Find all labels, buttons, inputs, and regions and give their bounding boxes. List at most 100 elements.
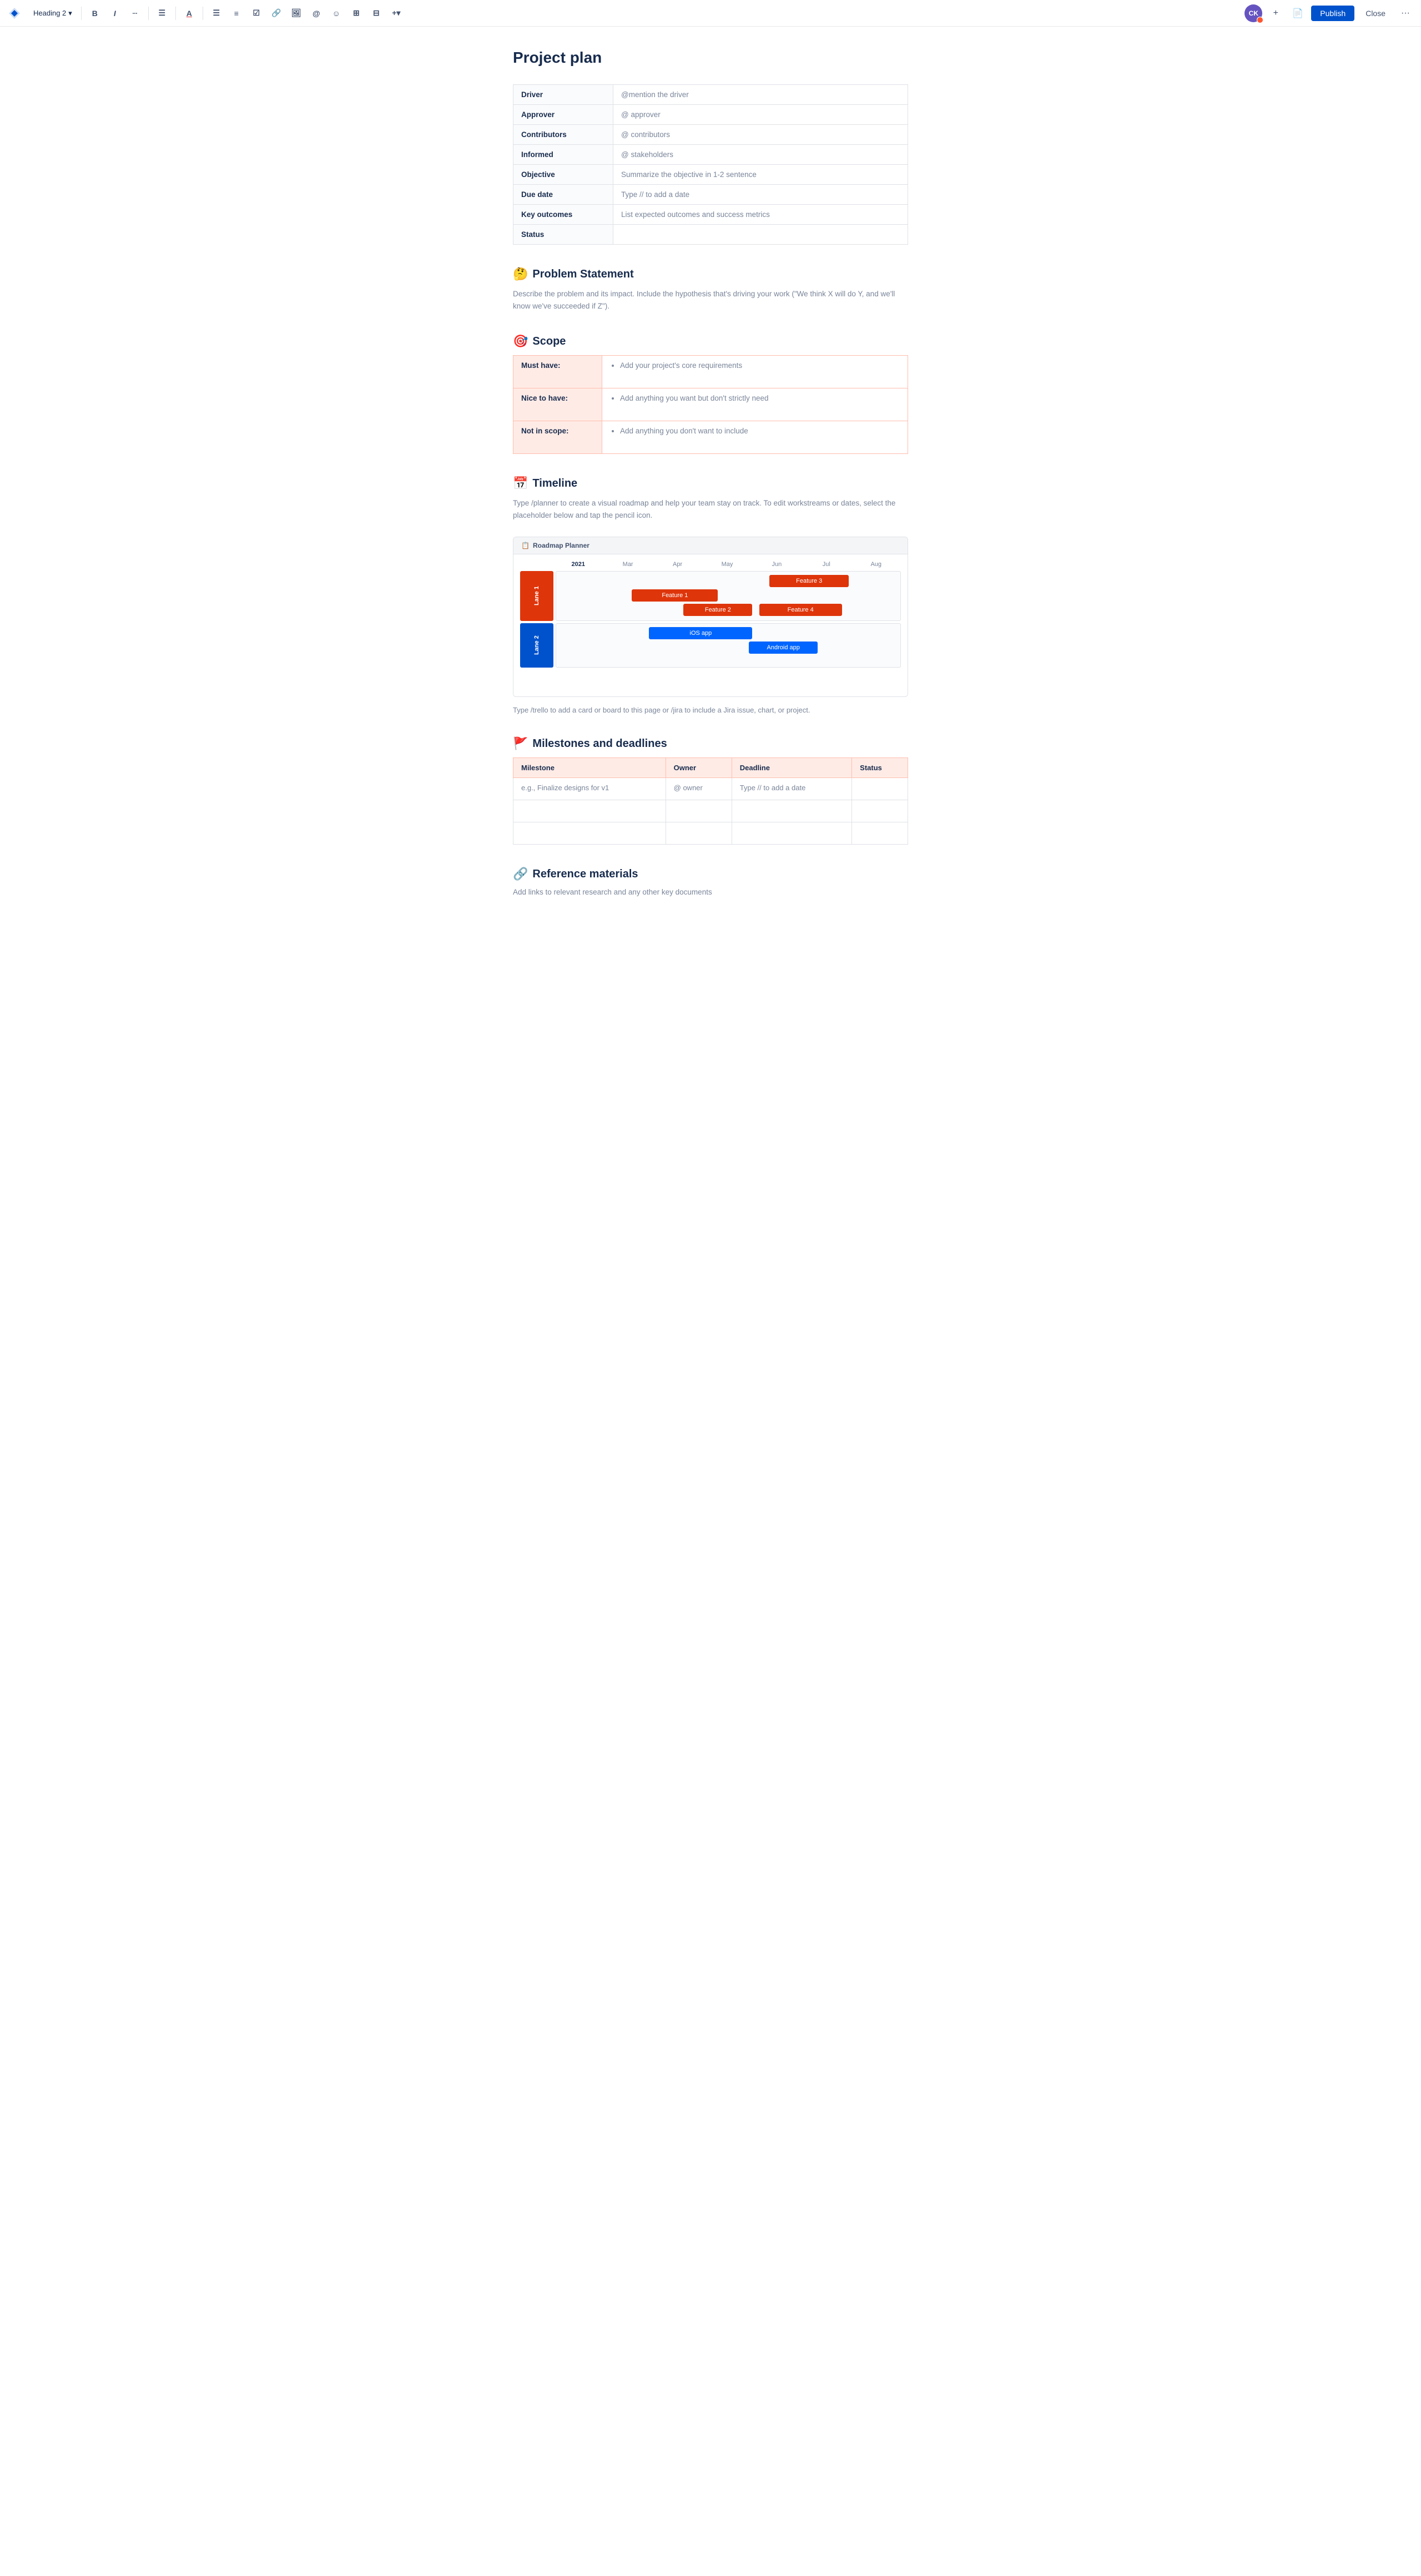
scope-value-0: Add your project's core requirements — [602, 356, 908, 388]
document-options-button[interactable]: 📄 — [1289, 4, 1307, 22]
gantt-month-apr: Apr — [653, 561, 702, 568]
info-table: Driver @mention the driver Approver @ ap… — [513, 84, 908, 245]
android-app-bar: Android app — [749, 642, 818, 654]
info-value-7 — [613, 225, 908, 245]
scope-label-2: Not in scope: — [513, 421, 602, 454]
milestone-cell-1 — [513, 800, 666, 822]
gantt-month-jun: Jun — [752, 561, 802, 568]
owner-cell-0: @ owner — [666, 778, 732, 800]
toolbar-divider-1 — [81, 7, 82, 20]
status-cell-0 — [852, 778, 908, 800]
deadline-cell-1 — [732, 800, 851, 822]
mention-button[interactable]: @ — [308, 4, 325, 22]
emoji-button[interactable]: ☺ — [327, 4, 345, 22]
heading-label: Heading 2 — [33, 9, 66, 17]
more-options-button[interactable]: ··· — [1397, 4, 1414, 22]
add-collaborator-button[interactable]: + — [1267, 4, 1284, 22]
problem-emoji: 🤔 — [513, 267, 528, 281]
milestone-header-row: Milestone Owner Deadline Status — [513, 758, 908, 778]
milestones-emoji: 🚩 — [513, 736, 528, 751]
toolbar: Heading 2 ▾ B I ··· ☰ A ☰ ≡ ☑ 🔗 🖼 @ ☺ ⊞ — [0, 0, 1421, 27]
info-label-2: Contributors — [513, 125, 613, 145]
avatar[interactable]: CK — [1244, 4, 1262, 22]
info-label-1: Approver — [513, 105, 613, 125]
table-button[interactable]: ⊞ — [347, 4, 365, 22]
info-label-6: Key outcomes — [513, 205, 613, 225]
timeline-heading: 📅 Timeline — [513, 476, 908, 491]
info-label-4: Objective — [513, 165, 613, 185]
scope-row-0: Must have: Add your project's core requi… — [513, 356, 908, 388]
info-label-0: Driver — [513, 85, 613, 105]
page-content: Project plan Driver @mention the driver … — [500, 27, 921, 941]
app-logo[interactable] — [7, 6, 22, 21]
lane-1-label: Lane 1 — [520, 571, 553, 621]
bullet-list-button[interactable]: ☰ — [208, 4, 225, 22]
info-row-2: Contributors @ contributors — [513, 125, 908, 145]
scope-value-2: Add anything you don't want to include — [602, 421, 908, 454]
gantt-months: 2021 Mar Apr May Jun Jul Aug — [553, 561, 901, 568]
scope-table: Must have: Add your project's core requi… — [513, 355, 908, 454]
info-row-3: Informed @ stakeholders — [513, 145, 908, 165]
milestone-row-1 — [513, 800, 908, 822]
gantt-spacer — [520, 668, 901, 690]
timeline-note: Type /trello to add a card or board to t… — [513, 706, 908, 714]
bold-button[interactable]: B — [86, 4, 104, 22]
scope-value-1: Add anything you want but don't strictly… — [602, 388, 908, 421]
close-button[interactable]: Close — [1359, 6, 1392, 21]
info-row-7: Status — [513, 225, 908, 245]
insert-more-button[interactable]: +▾ — [387, 4, 405, 22]
info-row-4: Objective Summarize the objective in 1-2… — [513, 165, 908, 185]
link-button[interactable]: 🔗 — [268, 4, 285, 22]
info-row-1: Approver @ approver — [513, 105, 908, 125]
milestone-row-2 — [513, 822, 908, 845]
lane-2-area: iOS app Android app — [556, 623, 901, 668]
align-button[interactable]: ☰ — [153, 4, 171, 22]
text-color-button[interactable]: A — [180, 4, 198, 22]
publish-button[interactable]: Publish — [1311, 6, 1354, 21]
timeline-emoji: 📅 — [513, 476, 528, 491]
scope-row-1: Nice to have: Add anything you want but … — [513, 388, 908, 421]
ios-app-bar: iOS app — [649, 627, 752, 639]
owner-col-header: Owner — [666, 758, 732, 778]
heading-dropdown[interactable]: Heading 2 ▾ — [29, 7, 77, 20]
lane-2-label: Lane 2 — [520, 623, 553, 668]
milestone-row-0: e.g., Finalize designs for v1 @ owner Ty… — [513, 778, 908, 800]
feature-1-bar: Feature 1 — [632, 589, 718, 602]
info-value-4: Summarize the objective in 1-2 sentence — [613, 165, 908, 185]
gantt-chart: 2021 Mar Apr May Jun Jul Aug Lane 1 Feat… — [520, 561, 901, 690]
toolbar-right: CK + 📄 Publish Close ··· — [1244, 4, 1414, 22]
status-col-header: Status — [852, 758, 908, 778]
feature-2-bar: Feature 2 — [683, 604, 752, 616]
task-list-button[interactable]: ☑ — [248, 4, 265, 22]
owner-cell-1 — [666, 800, 732, 822]
scope-label-0: Must have: — [513, 356, 602, 388]
milestones-heading: 🚩 Milestones and deadlines — [513, 736, 908, 751]
numbered-list-button[interactable]: ≡ — [228, 4, 245, 22]
problem-statement-heading: 🤔 Problem Statement — [513, 267, 908, 281]
milestone-table: Milestone Owner Deadline Status e.g., Fi… — [513, 757, 908, 845]
reference-emoji: 🔗 — [513, 867, 528, 881]
gantt-month-jul: Jul — [802, 561, 851, 568]
scope-row-2: Not in scope: Add anything you don't wan… — [513, 421, 908, 454]
info-row-6: Key outcomes List expected outcomes and … — [513, 205, 908, 225]
scope-label-1: Nice to have: — [513, 388, 602, 421]
deadline-col-header: Deadline — [732, 758, 851, 778]
timeline-desc: Type /planner to create a visual roadmap… — [513, 497, 908, 521]
gantt-month-mar: Mar — [603, 561, 652, 568]
roadmap-header: 📋 Roadmap Planner — [513, 537, 908, 554]
layout-button[interactable]: ⊟ — [367, 4, 385, 22]
owner-cell-2 — [666, 822, 732, 845]
reference-heading: 🔗 Reference materials — [513, 867, 908, 881]
gantt-year: 2021 — [553, 561, 603, 568]
info-row-0: Driver @mention the driver — [513, 85, 908, 105]
info-value-3: @ stakeholders — [613, 145, 908, 165]
info-label-3: Informed — [513, 145, 613, 165]
image-button[interactable]: 🖼 — [288, 4, 305, 22]
chevron-down-icon: ▾ — [68, 9, 72, 18]
gantt-month-may: May — [702, 561, 752, 568]
more-format-button[interactable]: ··· — [126, 4, 144, 22]
italic-button[interactable]: I — [106, 4, 124, 22]
info-value-5: Type // to add a date — [613, 185, 908, 205]
roadmap-container: 📋 Roadmap Planner 2021 Mar Apr May Jun J… — [513, 537, 908, 697]
info-value-1: @ approver — [613, 105, 908, 125]
